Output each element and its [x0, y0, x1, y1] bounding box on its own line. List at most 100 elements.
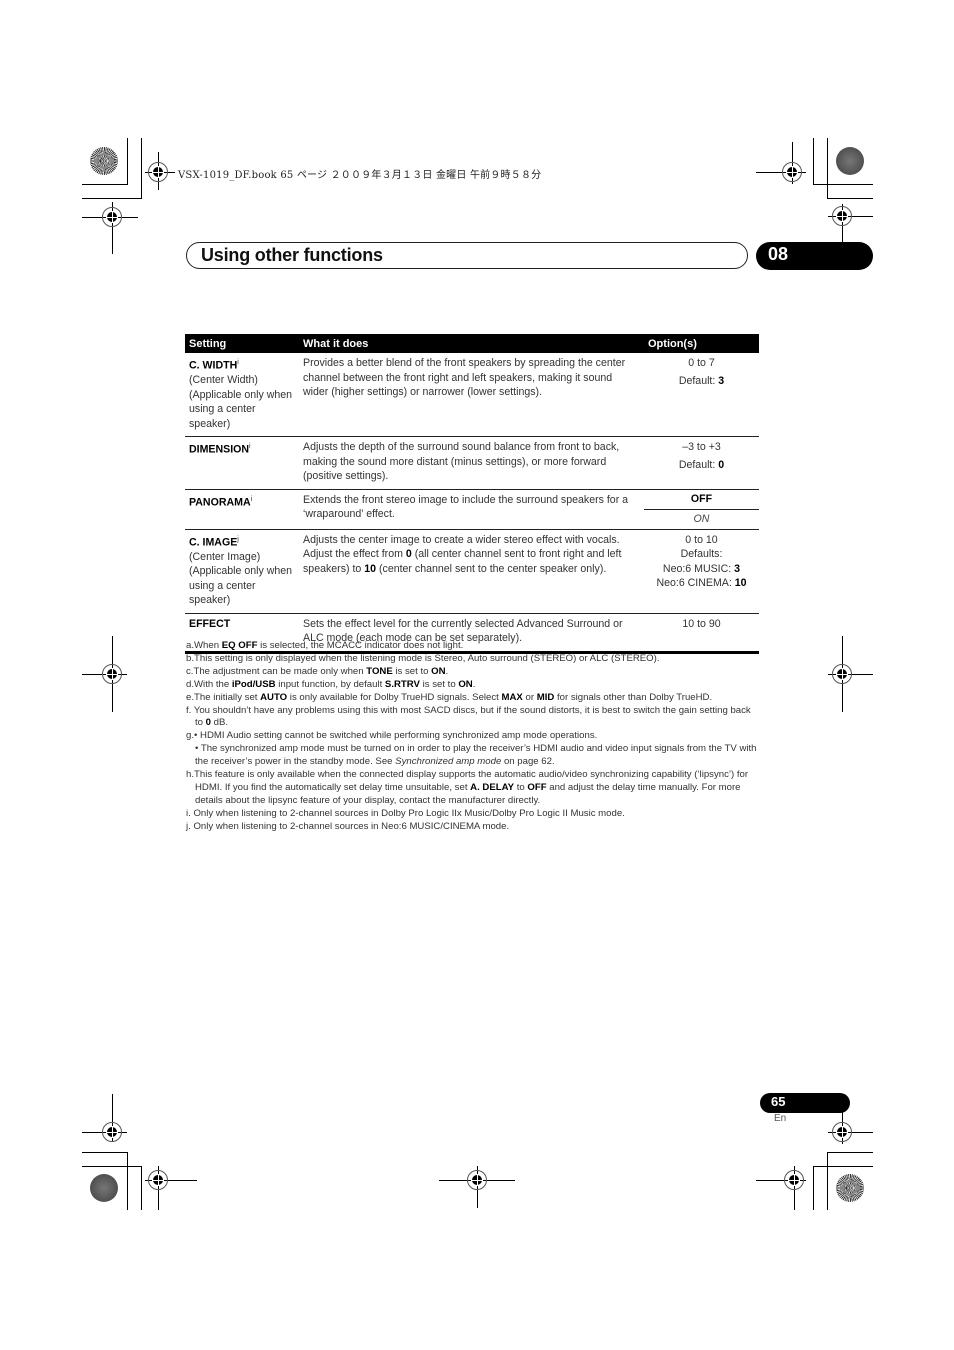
description-cell: Provides a better blend of the front spe… — [299, 353, 644, 438]
table-row: C. WIDTHi (Center Width) (Applicable onl… — [185, 353, 759, 438]
setting-cell: C. WIDTHi (Center Width) (Applicable onl… — [185, 353, 299, 438]
column-header-setting: Setting — [185, 334, 299, 353]
column-header-what-it-does: What it does — [299, 334, 644, 353]
crop-line — [827, 198, 873, 199]
option-range: 10 to 90 — [682, 617, 721, 630]
option-off: OFF — [644, 490, 759, 510]
footnotes: a.When EQ OFF is selected, the MCACC ind… — [186, 640, 761, 834]
footnote-g-continued: • The synchronized amp mode must be turn… — [195, 743, 757, 768]
registration-mark-icon — [148, 1170, 168, 1190]
footnote-ref: i — [237, 359, 239, 366]
defaults-label: Defaults: — [680, 548, 723, 561]
default-label: Neo:6 CINEMA: — [656, 577, 735, 590]
setting-name: PANORAMA — [189, 496, 251, 509]
registration-mark-icon — [148, 162, 168, 182]
options-cell: OFF ON — [644, 489, 759, 530]
crop-line — [813, 184, 873, 185]
footnote-f: f. You shouldn’t have any problems using… — [186, 704, 751, 729]
table-row: C. IMAGEj (Center Image) (Applicable onl… — [185, 529, 759, 614]
setting-cell: C. IMAGEj (Center Image) (Applicable onl… — [185, 529, 299, 614]
crop-line — [827, 1152, 828, 1210]
print-header: VSX-1019_DF.book 65 ページ ２００９年３月１３日 金曜日 午… — [178, 170, 542, 181]
crop-line — [827, 1152, 873, 1153]
option-default: Default: 0 — [648, 458, 755, 473]
section-title: Using other functions — [201, 245, 383, 265]
column-header-options: Option(s) — [644, 334, 759, 353]
option-range: 0 to 10 — [685, 533, 718, 546]
description-cell: Adjusts the depth of the surround sound … — [299, 436, 644, 490]
description-cell: Extends the front stereo image to includ… — [299, 489, 644, 530]
footnote-j: j. Only when listening to 2-channel sour… — [186, 820, 510, 832]
option-default: Neo:6 CINEMA: 10 — [648, 576, 755, 591]
registration-mark-icon — [832, 1122, 852, 1142]
footnote-ref: i — [250, 495, 253, 503]
option-default: Default: 3 — [648, 374, 755, 389]
settings-table: Setting What it does Option(s) C. WIDTHi… — [185, 334, 759, 654]
crop-line — [827, 138, 828, 198]
text: (center channel sent to the center speak… — [376, 562, 607, 575]
page-language: En — [774, 1113, 787, 1124]
bold-value: 10 — [364, 562, 377, 575]
table-row: PANORAMAi Extends the front stereo image… — [185, 489, 759, 530]
registration-mark-icon — [784, 1170, 804, 1190]
default-value: 10 — [734, 577, 747, 590]
description-cell: Adjusts the center image to create a wid… — [299, 529, 644, 614]
options-cell: –3 to +3 Default: 0 — [644, 436, 759, 490]
table-row: DIMENSIONi Adjusts the depth of the surr… — [185, 436, 759, 490]
footnote-c: c.The adjustment can be made only when T… — [186, 665, 449, 677]
footnote-i: i. Only when listening to 2-channel sour… — [186, 807, 625, 819]
footnote-ref: j — [237, 535, 239, 543]
crop-line — [127, 138, 128, 184]
option-range: –3 to +3 — [682, 441, 721, 454]
setting-name: C. IMAGE — [189, 536, 238, 549]
default-label: Default: — [678, 374, 719, 387]
option-range: 0 to 7 — [688, 357, 715, 369]
crop-line — [82, 1152, 128, 1153]
cross-reference-link: Synchronized amp mode — [395, 756, 502, 768]
crop-line — [141, 1166, 142, 1210]
option-on: ON — [693, 512, 710, 525]
option-default: Neo:6 MUSIC: 3 — [648, 562, 755, 577]
registration-mark-icon — [832, 206, 852, 226]
setting-name: C. WIDTH — [189, 359, 238, 372]
page-number: 65 — [771, 1094, 786, 1109]
registration-mark-icon — [467, 1170, 487, 1190]
footnote-d: d.With the iPod/USB input function, by d… — [186, 678, 476, 690]
registration-mark-icon — [102, 1122, 122, 1142]
registration-disc-icon — [836, 1174, 864, 1202]
crop-line — [82, 184, 128, 185]
default-value: 3 — [718, 374, 725, 387]
setting-cell: PANORAMAi — [185, 489, 299, 530]
default-label: Neo:6 MUSIC: — [662, 562, 735, 575]
default-value: 3 — [734, 562, 741, 575]
setting-cell: DIMENSIONi — [185, 436, 299, 490]
footnote-e: e.The initially set AUTO is only availab… — [186, 691, 713, 703]
crop-line — [813, 1166, 873, 1167]
table-header-row: Setting What it does Option(s) — [185, 334, 759, 353]
registration-mark-icon — [102, 664, 122, 684]
footnote-g: g.• HDMI Audio setting cannot be switche… — [186, 730, 598, 742]
registration-mark-icon — [832, 664, 852, 684]
setting-note: (Center Image) (Applicable only when usi… — [189, 550, 293, 607]
default-value: 0 — [718, 458, 725, 471]
footnote-h: h.This feature is only available when th… — [186, 769, 749, 806]
registration-disc-icon — [836, 147, 864, 175]
registration-disc-icon — [90, 1174, 118, 1202]
options-cell: 0 to 10 Defaults: Neo:6 MUSIC: 3 Neo:6 C… — [644, 529, 759, 614]
footnote-ref: i — [249, 443, 251, 451]
footnote-b: b.This setting is only displayed when th… — [186, 652, 660, 664]
section-title-bar: Using other functions — [186, 242, 748, 269]
footnote-a: a.When EQ OFF is selected, the MCACC ind… — [186, 640, 464, 651]
crop-line — [141, 138, 142, 198]
setting-note: (Center Width) (Applicable only when usi… — [189, 374, 293, 430]
setting-name: DIMENSION — [189, 443, 250, 456]
default-label: Default: — [678, 458, 719, 471]
chapter-number: 08 — [768, 244, 789, 264]
registration-mark-icon — [102, 207, 122, 227]
crop-line — [82, 1166, 142, 1167]
chapter-badge: 08 — [756, 242, 873, 270]
registration-mark-icon — [782, 162, 802, 182]
crop-line — [127, 1152, 128, 1210]
registration-disc-icon — [90, 147, 118, 175]
crop-line — [813, 1166, 814, 1210]
